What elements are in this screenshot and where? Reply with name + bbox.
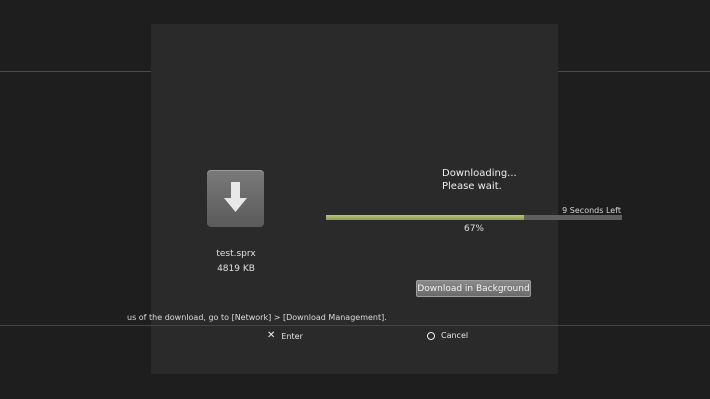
- file-size: 4819 KB: [217, 264, 255, 274]
- progress-fill: [326, 215, 525, 220]
- status-please-wait: Please wait.: [442, 181, 502, 192]
- progress-percent: 67%: [463, 224, 484, 234]
- enter-hint[interactable]: ✕ Enter: [267, 331, 303, 341]
- circle-icon: [427, 331, 435, 340]
- status-downloading: Downloading...: [442, 168, 517, 179]
- download-in-background-button[interactable]: Download in Background: [416, 280, 531, 297]
- cancel-label: Cancel: [441, 331, 469, 340]
- file-name: test.sprx: [216, 249, 256, 259]
- progress-bar: [326, 215, 622, 220]
- footer-divider: [0, 325, 710, 326]
- time-remaining: 9 Seconds Left: [562, 206, 621, 215]
- cancel-hint[interactable]: Cancel: [427, 331, 468, 340]
- download-arrow-icon: [207, 170, 264, 227]
- info-text: us of the download, go to [Network] > [D…: [127, 313, 387, 322]
- enter-label: Enter: [281, 331, 303, 341]
- cross-icon: ✕: [267, 330, 276, 341]
